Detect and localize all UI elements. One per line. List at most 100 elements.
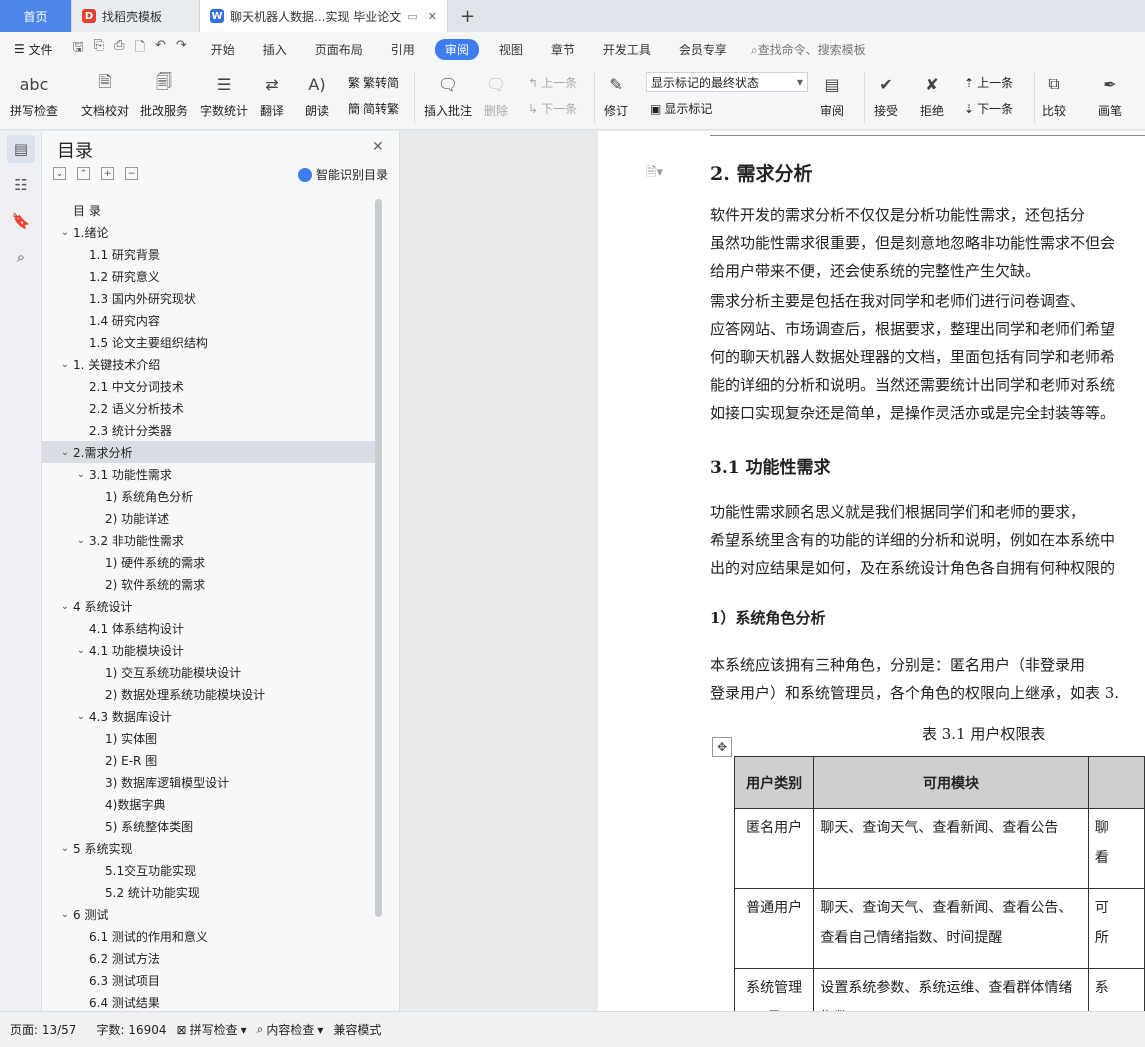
reject-button[interactable]: ✘ 拒绝 xyxy=(918,70,946,119)
command-search[interactable]: ⌕查找命令、搜索模板 xyxy=(741,41,866,58)
chevron-down-icon[interactable]: ⌄ xyxy=(57,447,73,458)
simp-to-trad-button[interactable]: 簡简转繁 xyxy=(348,100,399,117)
toc-item[interactable]: 6.4 测试结果 xyxy=(42,991,382,1013)
compare-button[interactable]: ⧉ 比较 xyxy=(1040,70,1068,119)
page-indicator[interactable]: 页面: 13/57 xyxy=(0,1021,76,1038)
tab-home[interactable]: 首页 xyxy=(0,0,72,32)
close-icon[interactable]: ✕ xyxy=(372,139,384,155)
word-count-button[interactable]: ☰ 字数统计 xyxy=(200,70,248,119)
expand-all-icon[interactable]: ⌄ xyxy=(53,167,66,180)
toc-item[interactable]: 1) 交互系统功能模块设计 xyxy=(42,661,382,683)
close-icon[interactable]: ✕ xyxy=(428,10,437,23)
toc-item[interactable]: 1) 硬件系统的需求 xyxy=(42,551,382,573)
translate-button[interactable]: ⇄ 翻译 xyxy=(258,70,286,119)
menu-chapter[interactable]: 章节 xyxy=(537,41,589,58)
collapse-all-icon[interactable]: ⌃ xyxy=(77,167,90,180)
new-tab-button[interactable]: + xyxy=(448,0,487,32)
toc-item[interactable]: 5.2 统计功能实现 xyxy=(42,881,382,903)
show-markup-button[interactable]: ▣ 显示标记 xyxy=(650,100,712,117)
toc-item[interactable]: 4.1 体系结构设计 xyxy=(42,617,382,639)
chapter-nav-icon[interactable]: ☷ xyxy=(7,171,35,199)
status-spell-check[interactable]: ⊠ 拼写检查 ▾ xyxy=(167,1021,247,1038)
toc-item[interactable]: ⌄ 4 系统设计 xyxy=(42,595,382,617)
menu-reference[interactable]: 引用 xyxy=(377,41,429,58)
smart-toc-button[interactable]: 智能识别目录 xyxy=(298,166,388,183)
batch-service-button[interactable]: 🗐 批改服务 xyxy=(140,70,188,119)
export-icon[interactable]: ⎘ xyxy=(94,38,104,60)
next-revision-button[interactable]: ⇣ 下一条 xyxy=(964,100,1013,117)
delete-comment-button[interactable]: 🗨 删除 xyxy=(482,70,510,119)
toc-item[interactable]: 1) 实体图 xyxy=(42,727,382,749)
toc-item[interactable]: 2) E-R 图 xyxy=(42,749,382,771)
chevron-down-icon[interactable]: ⌄ xyxy=(73,711,89,722)
review-pane-button[interactable]: ▤ 审阅 xyxy=(818,70,846,119)
spell-check-button[interactable]: abc 拼写检查 xyxy=(10,70,58,119)
markup-mode-select[interactable]: 显示标记的最终状态 ▼ xyxy=(646,72,808,92)
toc-item[interactable]: 3) 数据库逻辑模型设计 xyxy=(42,771,382,793)
toc-item[interactable]: 2) 软件系统的需求 xyxy=(42,573,382,595)
toc-item[interactable]: 2.1 中文分词技术 xyxy=(42,375,382,397)
menu-insert[interactable]: 插入 xyxy=(249,41,301,58)
next-comment-button[interactable]: ↳ 下一条 xyxy=(528,100,577,117)
toc-item[interactable]: ⌄ 1. 关键技术介绍 xyxy=(42,353,382,375)
word-count[interactable]: 字数: 16904 xyxy=(76,1021,166,1038)
menu-view[interactable]: 视图 xyxy=(485,41,537,58)
menu-developer[interactable]: 开发工具 xyxy=(589,41,665,58)
paragraph-handle-icon[interactable]: 🗎▾ xyxy=(646,163,663,185)
undo-icon[interactable]: ↶ xyxy=(155,38,166,60)
toc-item[interactable]: 6.3 测试项目 xyxy=(42,969,382,991)
toc-item[interactable]: 4)数据字典 xyxy=(42,793,382,815)
tab-template[interactable]: D 找稻壳模板 xyxy=(72,0,200,32)
toc-item[interactable]: ⌄ 4.1 功能模块设计 xyxy=(42,639,382,661)
toc-item[interactable]: 2) 功能详述 xyxy=(42,507,382,529)
chevron-down-icon[interactable]: ⌄ xyxy=(57,227,73,238)
status-content-check[interactable]: ⌕ 内容检查 ▾ xyxy=(247,1021,324,1038)
menu-review[interactable]: 审阅 xyxy=(434,38,479,60)
toc-item[interactable]: ⌄ 3.1 功能性需求 xyxy=(42,463,382,485)
redo-icon[interactable]: ↷ xyxy=(176,38,187,60)
toc-item[interactable]: 5) 系统整体类图 xyxy=(42,815,382,837)
search-icon[interactable]: ⌕ xyxy=(7,243,35,271)
menu-start[interactable]: 开始 xyxy=(197,41,249,58)
menu-member[interactable]: 会员专享 xyxy=(665,41,741,58)
pen-button[interactable]: ✒ 画笔 xyxy=(1096,70,1124,119)
toc-item[interactable]: ⌄ 1.绪论 xyxy=(42,221,382,243)
table-move-handle-icon[interactable]: ✥ xyxy=(712,737,732,757)
prev-revision-button[interactable]: ⇡ 上一条 xyxy=(964,74,1013,91)
chevron-down-icon[interactable]: ⌄ xyxy=(57,843,73,854)
add-heading-icon[interactable]: + xyxy=(101,167,114,180)
prev-comment-button[interactable]: ↰ 上一条 xyxy=(528,74,577,91)
toc-item[interactable]: 1.4 研究内容 xyxy=(42,309,382,331)
toc-item[interactable]: 6.1 测试的作用和意义 xyxy=(42,925,382,947)
toc-item[interactable]: 2) 数据处理系统功能模块设计 xyxy=(42,683,382,705)
remove-heading-icon[interactable]: − xyxy=(125,167,138,180)
file-menu[interactable]: ☰ 文件 xyxy=(0,41,63,58)
chevron-down-icon[interactable]: ⌄ xyxy=(73,469,89,480)
toc-item[interactable]: 1.2 研究意义 xyxy=(42,265,382,287)
revise-button[interactable]: ✎ 修订 xyxy=(602,70,630,119)
toc-item[interactable]: 目 录 xyxy=(42,199,382,221)
toc-item[interactable]: ⌄ 4.3 数据库设计 xyxy=(42,705,382,727)
bookmark-icon[interactable]: 🔖 xyxy=(7,207,35,235)
doc-check-button[interactable]: 🗎 文档校对 xyxy=(81,70,129,119)
trad-to-simp-button[interactable]: 繁繁转简 xyxy=(348,74,399,91)
read-aloud-button[interactable]: A) 朗读 xyxy=(303,70,331,119)
accept-button[interactable]: ✔ 接受 xyxy=(872,70,900,119)
toc-item[interactable]: ⌄ 2.需求分析 xyxy=(42,441,382,463)
print-icon[interactable]: ⎙ xyxy=(114,38,124,60)
toc-item[interactable]: ⌄ 5 系统实现 xyxy=(42,837,382,859)
save-icon[interactable]: 🖫 xyxy=(73,38,84,60)
chevron-down-icon[interactable]: ⌄ xyxy=(57,601,73,612)
toc-item[interactable]: ⌄ 6 测试 xyxy=(42,903,382,925)
menu-layout[interactable]: 页面布局 xyxy=(301,41,377,58)
insert-comment-button[interactable]: 🗨 插入批注 xyxy=(424,70,472,119)
toc-item[interactable]: 1) 系统角色分析 xyxy=(42,485,382,507)
tab-document[interactable]: W 聊天机器人数据...实现 毕业论文 ▭ ✕ xyxy=(200,0,448,32)
toc-item[interactable]: 1.5 论文主要组织结构 xyxy=(42,331,382,353)
chevron-down-icon[interactable]: ⌄ xyxy=(73,645,89,656)
toc-item[interactable]: 6.2 测试方法 xyxy=(42,947,382,969)
toc-item[interactable]: 1.1 研究背景 xyxy=(42,243,382,265)
chevron-down-icon[interactable]: ⌄ xyxy=(73,535,89,546)
chevron-down-icon[interactable]: ⌄ xyxy=(57,359,73,370)
toc-scrollbar[interactable] xyxy=(375,199,382,917)
